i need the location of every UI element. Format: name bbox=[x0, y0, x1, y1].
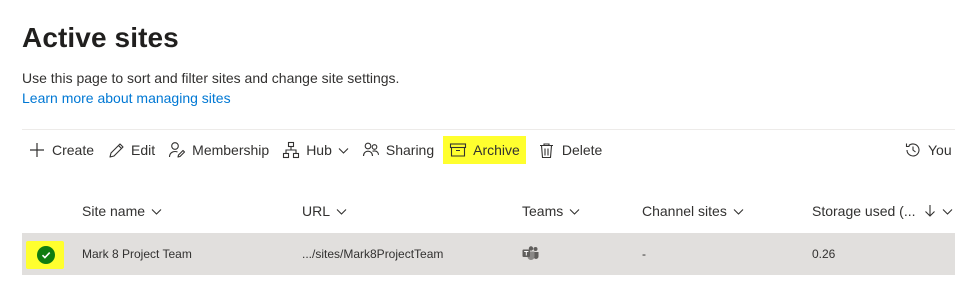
chevron-down-icon bbox=[336, 206, 347, 217]
membership-label: Membership bbox=[192, 142, 270, 158]
site-name-cell[interactable]: Mark 8 Project Team bbox=[82, 233, 192, 275]
learn-more-link[interactable]: Learn more about managing sites bbox=[22, 90, 231, 106]
toolbar-divider bbox=[22, 129, 955, 130]
column-header-channel-sites[interactable]: Channel sites bbox=[642, 196, 744, 226]
sort-descending-icon bbox=[924, 204, 936, 218]
people-edit-icon bbox=[168, 141, 186, 159]
people-icon bbox=[362, 141, 380, 159]
channel-sites-cell: - bbox=[642, 247, 646, 261]
page-description: Use this page to sort and filter sites a… bbox=[22, 70, 400, 86]
pencil-icon bbox=[107, 141, 125, 159]
command-bar: Create Edit Membership Hub Sharing Archi… bbox=[22, 136, 609, 164]
teams-header-label: Teams bbox=[522, 203, 564, 219]
edit-label: Edit bbox=[131, 142, 156, 158]
teams-cell bbox=[522, 233, 540, 275]
column-header-url[interactable]: URL bbox=[302, 196, 347, 226]
plus-icon bbox=[28, 141, 46, 159]
chevron-down-icon bbox=[569, 206, 580, 217]
hub-button[interactable]: Hub bbox=[276, 136, 356, 164]
create-button[interactable]: Create bbox=[22, 136, 101, 164]
column-header-storage-used[interactable]: Storage used (... bbox=[812, 196, 953, 226]
storage-used-header-label: Storage used (... bbox=[812, 203, 916, 219]
create-label: Create bbox=[52, 142, 95, 158]
trash-icon bbox=[538, 141, 556, 159]
hub-label: Hub bbox=[306, 142, 332, 158]
teams-icon bbox=[522, 245, 540, 263]
page-title: Active sites bbox=[22, 22, 179, 53]
history-icon bbox=[904, 141, 922, 159]
sharing-label: Sharing bbox=[385, 142, 435, 158]
column-header-teams[interactable]: Teams bbox=[522, 196, 580, 226]
site-name-header-label: Site name bbox=[82, 203, 146, 219]
channel-sites-header-label: Channel sites bbox=[642, 203, 727, 219]
sharing-button[interactable]: Sharing bbox=[356, 136, 441, 164]
checkmark-icon bbox=[41, 252, 51, 259]
archive-label: Archive bbox=[473, 142, 520, 158]
archive-button[interactable]: Archive bbox=[443, 136, 526, 164]
archive-icon bbox=[449, 141, 467, 159]
your-recent-actions-button[interactable]: You bbox=[904, 136, 952, 164]
delete-button[interactable]: Delete bbox=[532, 136, 609, 164]
chevron-down-icon bbox=[942, 206, 953, 217]
column-header-site-name[interactable]: Site name bbox=[82, 196, 162, 226]
edit-button[interactable]: Edit bbox=[101, 136, 162, 164]
you-label: You bbox=[928, 142, 952, 158]
url-header-label: URL bbox=[302, 203, 331, 219]
chevron-down-icon bbox=[338, 145, 349, 156]
row-select-checkbox[interactable] bbox=[37, 246, 55, 264]
chevron-down-icon bbox=[733, 206, 744, 217]
url-cell: .../sites/Mark8ProjectTeam bbox=[302, 247, 444, 261]
storage-used-cell: 0.26 bbox=[812, 247, 836, 261]
hub-icon bbox=[282, 141, 300, 159]
chevron-down-icon bbox=[151, 206, 162, 217]
delete-label: Delete bbox=[561, 142, 603, 158]
membership-button[interactable]: Membership bbox=[162, 136, 276, 164]
